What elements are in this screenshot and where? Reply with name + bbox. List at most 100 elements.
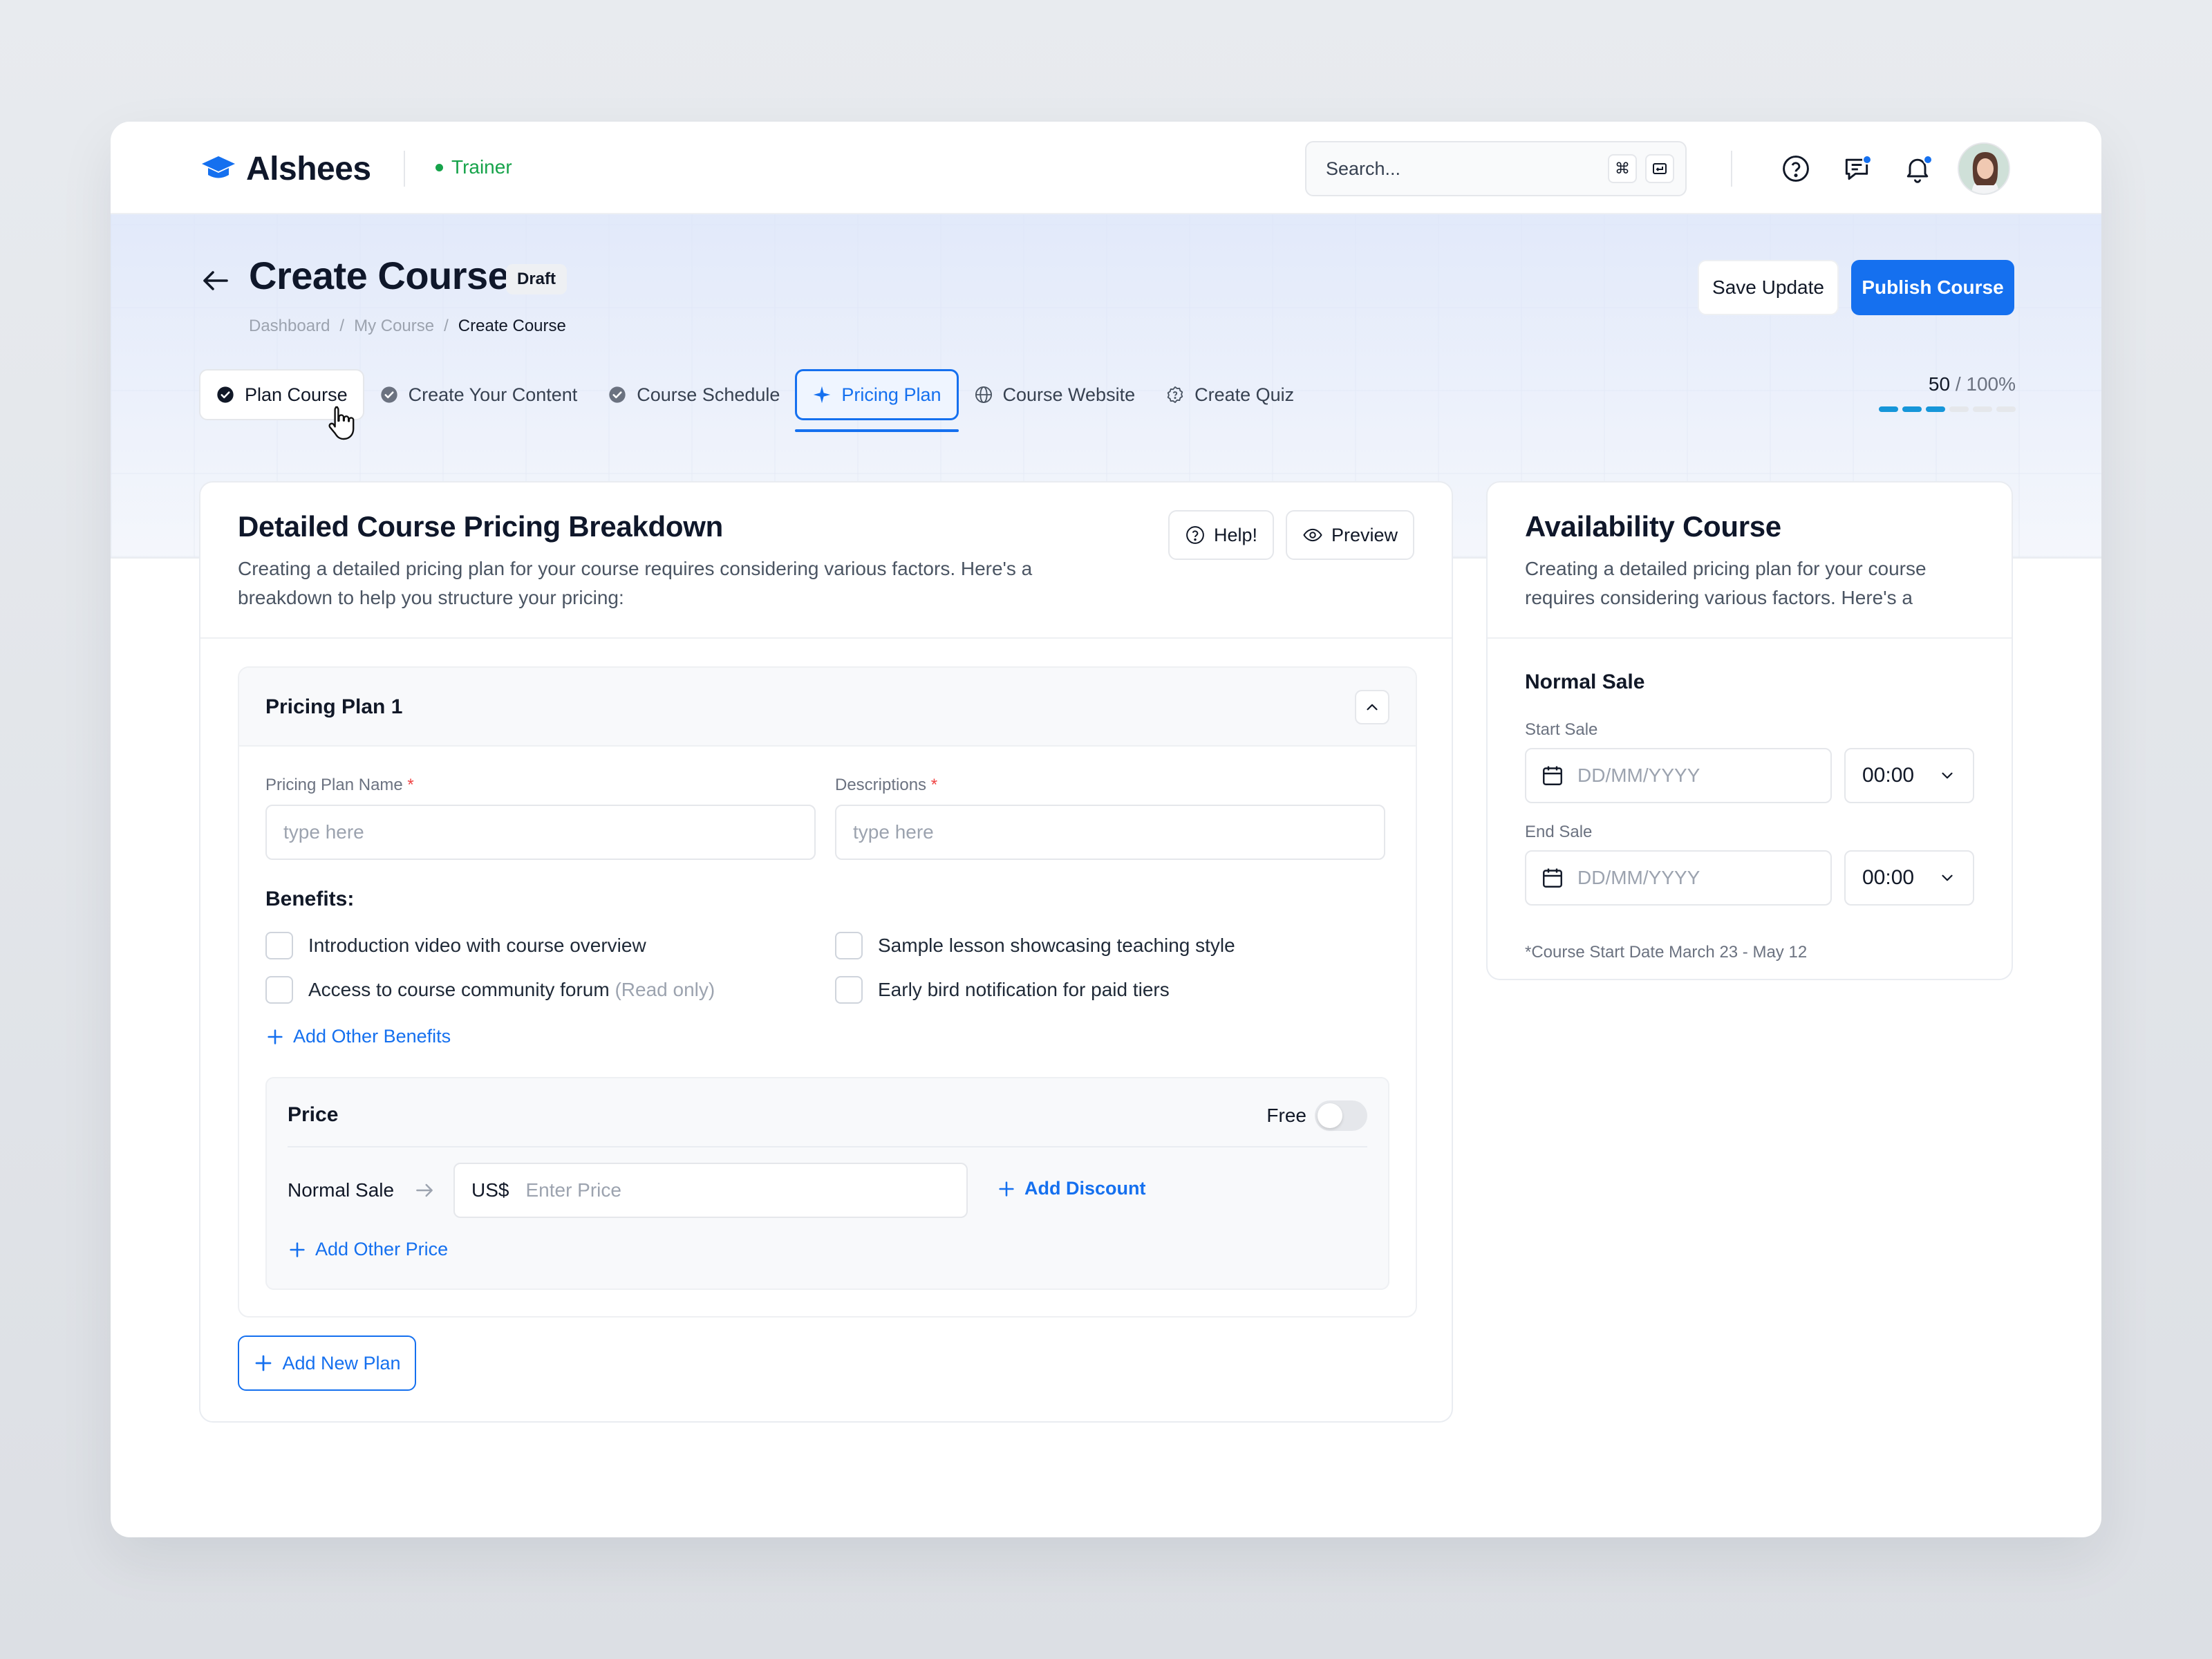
end-sale-label: End Sale <box>1525 823 1593 841</box>
card-description: Creating a detailed pricing plan for you… <box>1525 558 1927 608</box>
breadcrumb-separator: / <box>339 317 345 335</box>
benefit-label: Sample lesson showcasing teaching style <box>878 935 1235 956</box>
chevron-up-icon <box>1367 704 1378 711</box>
brand-logo[interactable]: Alshees <box>200 149 371 188</box>
notification-dot <box>1923 155 1933 165</box>
toggle-knob <box>1318 1103 1342 1128</box>
plan-name-label: Pricing Plan Name * <box>265 776 414 795</box>
tab-create-your-content[interactable]: Create Your Content <box>364 369 593 420</box>
start-date-field[interactable] <box>1525 748 1832 803</box>
help-circle-icon <box>1186 526 1204 544</box>
time-value: 00:00 <box>1862 764 1915 787</box>
progress-text: 50 / 100% <box>1864 373 2016 395</box>
tab-create-quiz[interactable]: Create Quiz <box>1150 369 1309 420</box>
add-new-plan-button[interactable]: Add New Plan <box>238 1335 416 1391</box>
start-time-select[interactable]: 00:00 <box>1844 748 1974 803</box>
free-toggle[interactable] <box>1315 1100 1367 1131</box>
publish-course-button[interactable]: Publish Course <box>1851 260 2014 315</box>
globe-icon <box>975 386 992 404</box>
benefits-title: Benefits: <box>265 888 355 910</box>
tab-pricing-plan[interactable]: Pricing Plan <box>795 369 959 432</box>
price-field[interactable]: US$ <box>453 1163 968 1218</box>
plan-title: Pricing Plan 1 <box>265 695 403 718</box>
plan-name-input[interactable] <box>265 805 816 860</box>
price-input[interactable] <box>525 1179 966 1201</box>
link-label: Add Discount <box>1024 1178 1146 1199</box>
label-text: Descriptions <box>835 776 927 794</box>
descriptions-label: Descriptions * <box>835 776 937 795</box>
plus-icon <box>999 1181 1014 1197</box>
normal-sale-heading: Normal Sale <box>1525 671 1645 693</box>
divider <box>404 151 405 187</box>
checkbox[interactable] <box>265 976 293 1004</box>
descriptions-input[interactable] <box>835 805 1385 860</box>
benefit-label: Early bird notification for paid tiers <box>878 979 1170 1000</box>
chevron-down-icon <box>1942 772 1953 779</box>
plan-header[interactable]: Pricing Plan 1 <box>239 668 1416 747</box>
plus-icon <box>290 1241 305 1257</box>
price-section: Price Free Normal Sale US$ Add Discount … <box>265 1077 1389 1290</box>
benefit-option[interactable]: Sample lesson showcasing teaching style <box>835 932 1235 959</box>
search-input[interactable] <box>1326 158 1600 180</box>
tab-label: Plan Course <box>245 384 348 405</box>
benefit-option[interactable]: Early bird notification for paid tiers <box>835 976 1170 1004</box>
messages-button[interactable] <box>1837 149 1876 188</box>
role-badge: Trainer <box>435 156 512 178</box>
progress-segment <box>1973 406 1992 412</box>
preview-button[interactable]: Preview <box>1286 510 1415 560</box>
add-other-price-link[interactable]: Add Other Price <box>288 1239 448 1260</box>
save-update-button[interactable]: Save Update <box>1698 260 1839 315</box>
question-badge-icon <box>1167 386 1183 404</box>
progress-segment <box>1949 406 1969 412</box>
checkbox[interactable] <box>835 976 863 1004</box>
plus-icon <box>268 1029 283 1044</box>
benefit-option[interactable]: Access to course community forum (Read o… <box>265 976 715 1004</box>
avatar[interactable] <box>1958 142 2010 195</box>
breadcrumb: Dashboard / My Course / Create Course <box>249 317 566 336</box>
normal-sale-label: Normal Sale <box>288 1179 395 1201</box>
divider <box>288 1146 1367 1147</box>
chevron-down-icon <box>1942 874 1953 881</box>
breadcrumb-separator: / <box>444 317 449 335</box>
breadcrumb-dashboard[interactable]: Dashboard <box>249 317 330 336</box>
required-mark: * <box>407 776 414 794</box>
help-button[interactable] <box>1777 149 1815 188</box>
progress-total: / 100% <box>1955 373 2016 395</box>
hand-cursor-icon <box>328 406 355 440</box>
tab-course-website[interactable]: Course Website <box>959 369 1151 420</box>
add-other-benefits-link[interactable]: Add Other Benefits <box>265 1026 451 1047</box>
benefit-option[interactable]: Introduction video with course overview <box>265 932 646 959</box>
pricing-breakdown-card: Detailed Course Pricing Breakdown Creati… <box>199 481 1453 1423</box>
user-avatar-icon <box>1959 144 2009 194</box>
check-circle-icon <box>609 386 626 403</box>
currency-label: US$ <box>471 1179 509 1201</box>
add-discount-link[interactable]: Add Discount <box>997 1178 1146 1199</box>
back-arrow-icon[interactable] <box>199 264 232 297</box>
breadcrumb-my-course[interactable]: My Course <box>354 317 434 336</box>
enter-key-icon <box>1645 154 1674 183</box>
plus-icon <box>256 1355 272 1371</box>
tab-course-schedule[interactable]: Course Schedule <box>592 369 795 420</box>
collapse-button[interactable] <box>1355 690 1389 724</box>
progress-segment <box>1879 406 1898 412</box>
end-date-input[interactable] <box>1577 867 1785 889</box>
benefit-text: Access to course community forum <box>308 979 610 1000</box>
start-date-input[interactable] <box>1577 765 1785 787</box>
checkbox[interactable] <box>265 932 293 959</box>
course-date-note: *Course Start Date March 23 - May 12 <box>1525 943 1808 962</box>
search-bar[interactable]: ⌘ <box>1305 141 1687 196</box>
pricing-plan-panel: Pricing Plan 1 Pricing Plan Name * Descr… <box>238 666 1417 1318</box>
checkbox[interactable] <box>835 932 863 959</box>
card-description: Creating a detailed pricing plan for you… <box>238 558 1033 608</box>
end-time-select[interactable]: 00:00 <box>1844 850 1974 906</box>
check-circle-icon <box>217 386 234 403</box>
end-date-field[interactable] <box>1525 850 1832 906</box>
progress-value: 50 <box>1928 373 1951 395</box>
arrow-right-icon <box>416 1183 433 1197</box>
sparkle-icon <box>814 386 831 404</box>
help-button[interactable]: Help! <box>1168 510 1275 560</box>
calendar-icon <box>1543 868 1562 888</box>
tab-label: Create Your Content <box>408 384 578 405</box>
notifications-button[interactable] <box>1898 149 1937 188</box>
divider <box>1731 151 1732 187</box>
